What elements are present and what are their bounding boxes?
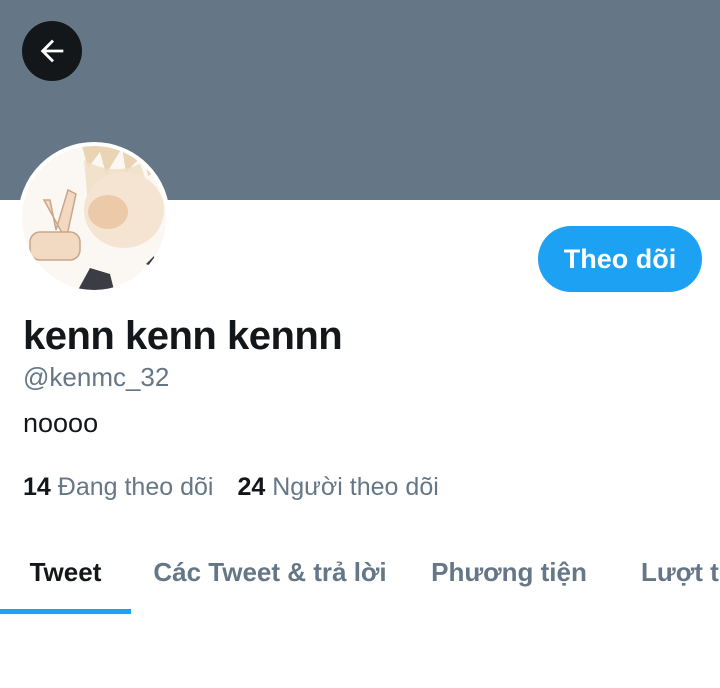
tab-likes[interactable]: Lượt thích [641,530,720,614]
follow-button[interactable]: Theo dõi [538,226,702,292]
profile-tabs: Tweet Các Tweet & trả lời Phương tiện Lư… [0,530,720,614]
followers-label: Người theo dõi [272,473,439,501]
following-stat[interactable]: 14 Đang theo dõi [23,473,213,502]
tab-tweets[interactable]: Tweet [0,530,131,614]
tab-media[interactable]: Phương tiện [428,530,590,614]
tab-tweets-and-replies[interactable]: Các Tweet & trả lời [146,530,394,614]
avatar[interactable] [18,142,170,294]
arrow-left-icon [40,39,64,63]
bio: noooo [23,408,99,438]
avatar-image [22,146,166,290]
following-label: Đang theo dõi [57,473,214,501]
followers-stat[interactable]: 24 Người theo dõi [237,473,438,502]
username-handle: @kenmc_32 [23,362,170,392]
back-button[interactable] [22,21,82,81]
follow-stats: 14 Đang theo dõi 24 Người theo dõi [23,473,463,502]
following-count: 14 [23,473,51,501]
followers-count: 24 [237,473,266,501]
display-name: kenn kenn kennn [23,314,343,358]
